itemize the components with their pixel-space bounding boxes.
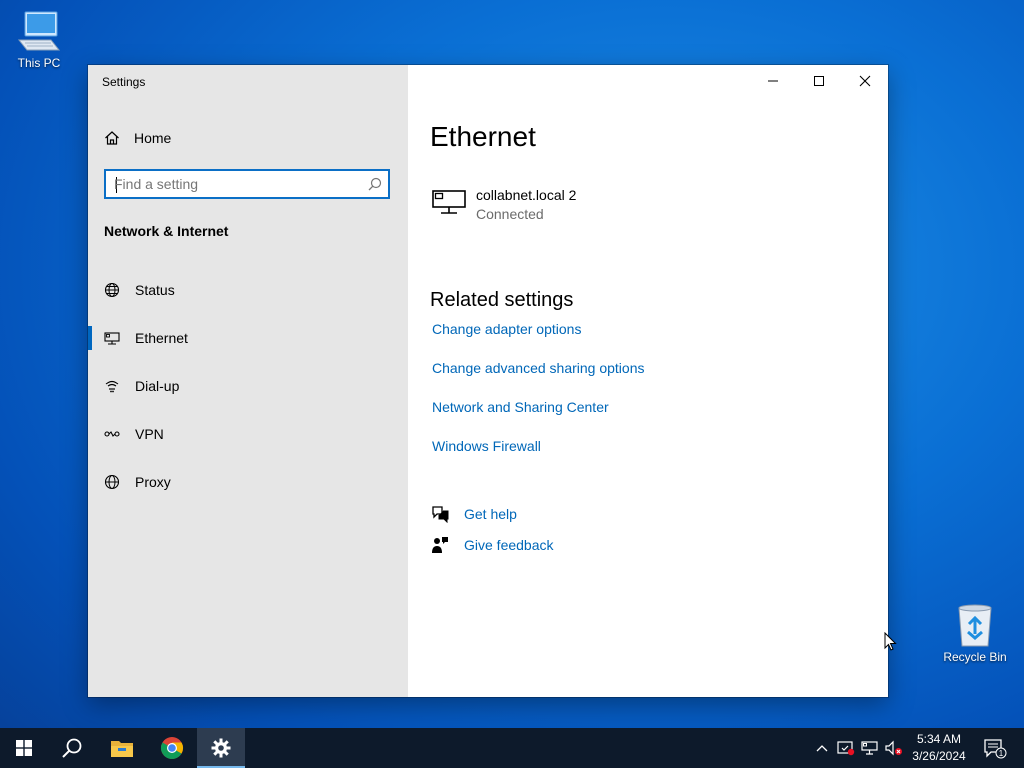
home-icon <box>105 131 119 145</box>
sidebar-item-vpn[interactable]: VPN <box>88 414 408 454</box>
sidebar-item-status[interactable]: Status <box>88 270 408 310</box>
this-pc-label: This PC <box>17 56 61 70</box>
sidebar-item-label: Status <box>135 282 175 298</box>
get-help-link[interactable]: Get help <box>464 506 517 522</box>
maximize-icon <box>814 76 824 86</box>
help-chat-icon <box>430 504 450 524</box>
sidebar-item-ethernet[interactable]: Ethernet <box>88 318 408 358</box>
close-button[interactable] <box>842 65 888 97</box>
folder-icon <box>111 741 133 757</box>
dialup-icon <box>104 378 120 394</box>
network-tray-button[interactable] <box>859 728 881 768</box>
chevron-up-icon <box>816 745 828 752</box>
action-center-button[interactable]: 1 <box>978 728 1012 768</box>
windows-firewall-link[interactable]: Windows Firewall <box>432 438 541 454</box>
file-explorer-button[interactable] <box>98 728 146 768</box>
connection-status: Connected <box>476 206 544 222</box>
volume-muted-icon <box>885 740 902 756</box>
change-adapter-options-link[interactable]: Change adapter options <box>432 321 581 337</box>
clock-time: 5:34 AM <box>916 732 962 746</box>
search-taskbar-button[interactable] <box>48 728 96 768</box>
start-button[interactable] <box>0 728 48 768</box>
settings-window: Settings Home Network & Internet <box>88 65 888 697</box>
sidebar-item-label: Proxy <box>135 474 171 490</box>
ethernet-icon <box>104 330 120 346</box>
sidebar-item-label: VPN <box>135 426 164 442</box>
recycle-bin-desktop-icon[interactable]: Recycle Bin <box>940 602 1010 664</box>
sidebar-item-dialup[interactable]: Dial-up <box>88 366 408 406</box>
search-icon[interactable] <box>368 177 382 191</box>
taskbar: 5:34 AM 3/26/2024 1 <box>0 728 1024 768</box>
show-hidden-icons-button[interactable] <box>812 728 832 768</box>
search-icon <box>62 738 82 758</box>
give-feedback-link[interactable]: Give feedback <box>464 537 554 553</box>
settings-taskbar-button[interactable] <box>197 728 245 768</box>
clock[interactable]: 5:34 AM 3/26/2024 <box>902 731 976 765</box>
connection-name: collabnet.local 2 <box>476 187 577 203</box>
minimize-button[interactable] <box>750 65 796 97</box>
sidebar-item-label: Dial-up <box>135 378 180 394</box>
section-title: Network & Internet <box>104 223 229 239</box>
recycle-bin-label: Recycle Bin <box>943 650 1007 664</box>
network-sharing-center-link[interactable]: Network and Sharing Center <box>432 399 609 415</box>
notification-icon: 1 <box>984 739 1007 759</box>
related-settings-heading: Related settings <box>430 289 574 311</box>
window-title: Settings <box>102 75 146 89</box>
minimize-icon <box>768 80 778 82</box>
ethernet-adapter-icon <box>432 190 466 214</box>
computer-icon <box>17 11 61 51</box>
search-box[interactable] <box>104 169 390 199</box>
shield-alert-icon <box>837 741 855 756</box>
feedback-person-icon <box>430 535 450 555</box>
sidebar: Settings Home Network & Internet <box>88 65 408 697</box>
chrome-icon <box>161 737 183 759</box>
page-title: Ethernet <box>430 121 536 152</box>
main-pane: Ethernet collabnet.local 2 Connected Rel… <box>408 65 888 697</box>
globe-icon <box>104 474 120 490</box>
clock-date: 3/26/2024 <box>912 749 966 763</box>
ethernet-connection[interactable]: collabnet.local 2 Connected <box>430 185 730 229</box>
network-icon <box>861 741 878 755</box>
sidebar-item-label: Ethernet <box>135 330 188 346</box>
get-help-row[interactable]: Get help <box>430 503 517 525</box>
mouse-cursor-icon <box>884 632 897 651</box>
sidebar-item-proxy[interactable]: Proxy <box>88 462 408 502</box>
recycle-bin-icon <box>958 604 992 647</box>
windows-logo-icon <box>16 740 32 756</box>
search-input[interactable] <box>114 175 354 193</box>
this-pc-desktop-icon[interactable]: This PC <box>4 10 74 70</box>
security-tray-button[interactable] <box>835 728 857 768</box>
change-advanced-sharing-link[interactable]: Change advanced sharing options <box>432 360 645 376</box>
home-label: Home <box>134 130 172 146</box>
maximize-button[interactable] <box>796 65 842 97</box>
close-icon <box>859 75 871 87</box>
gear-icon <box>211 738 231 758</box>
home-nav[interactable]: Home <box>104 127 171 149</box>
chrome-button[interactable] <box>148 728 196 768</box>
notification-count: 1 <box>999 749 1004 758</box>
globe-status-icon <box>104 282 120 298</box>
give-feedback-row[interactable]: Give feedback <box>430 534 554 556</box>
vpn-icon <box>104 426 120 442</box>
